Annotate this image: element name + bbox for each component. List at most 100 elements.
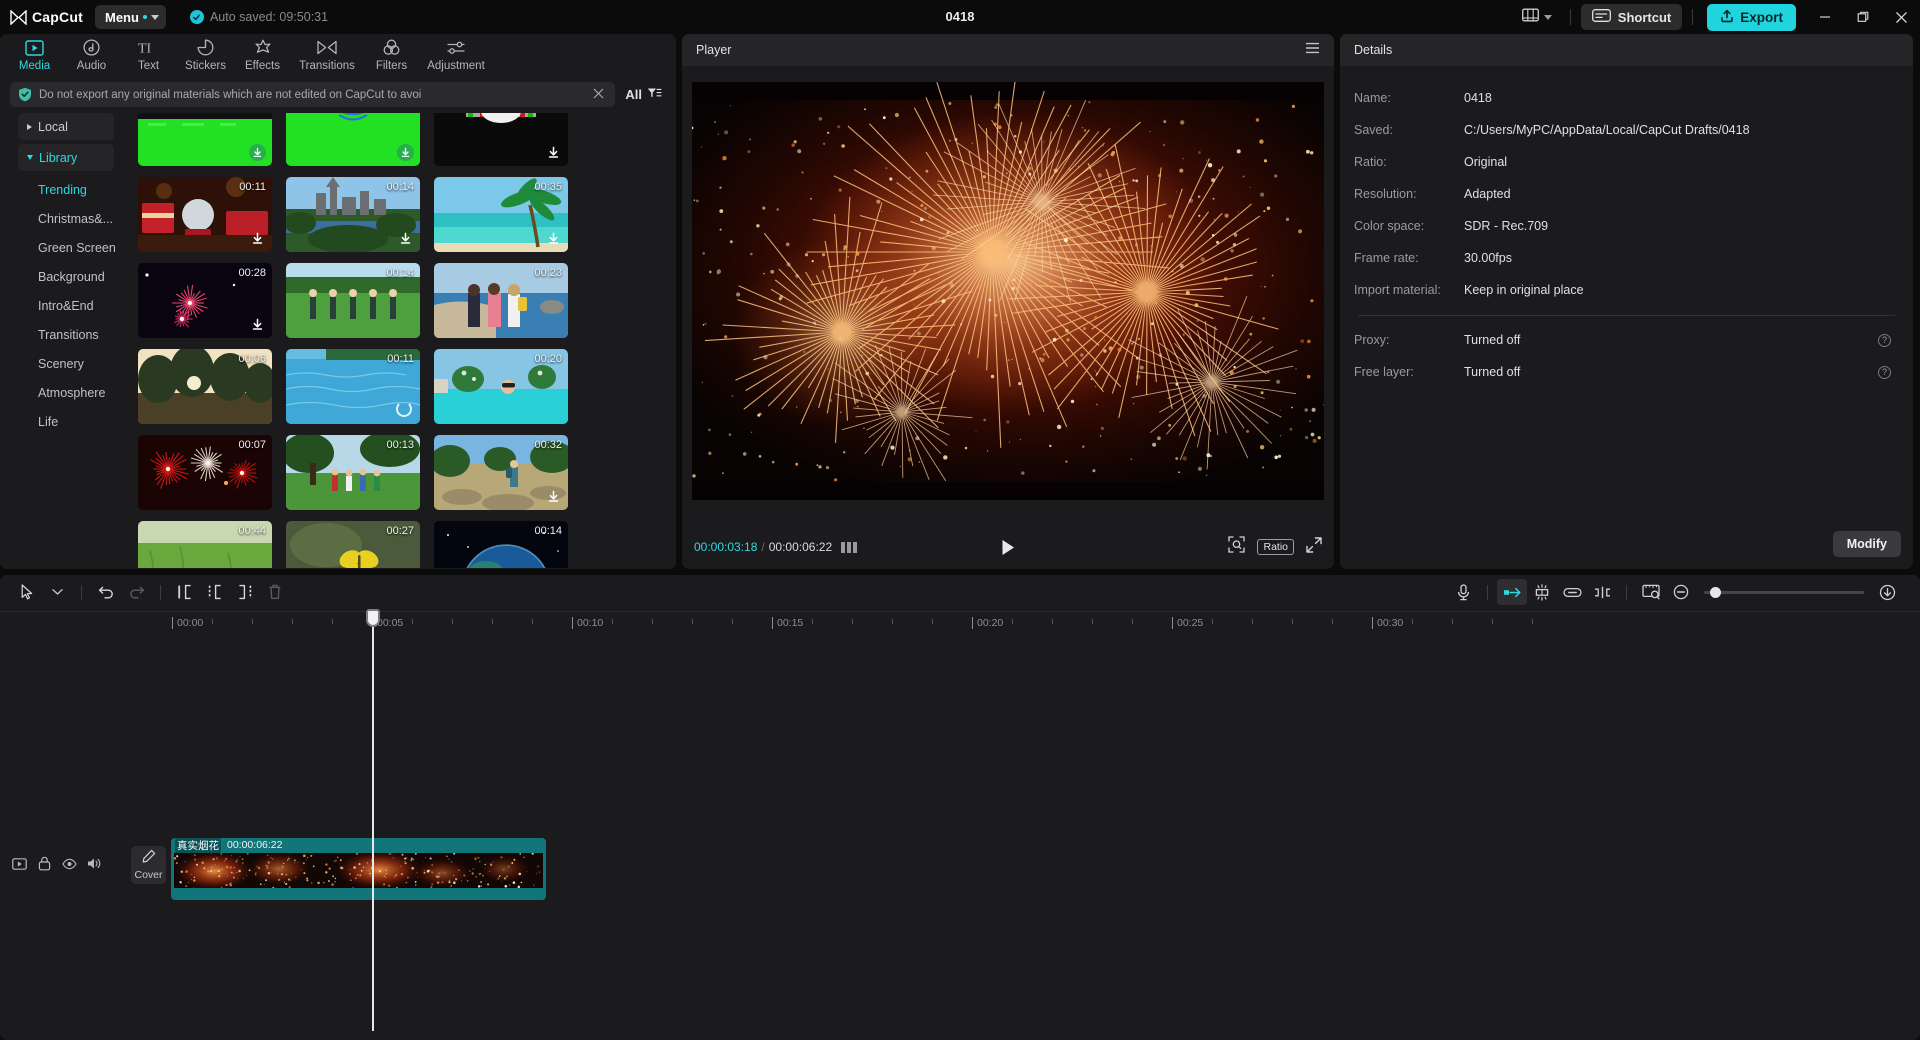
media-card[interactable]: 00:14 (286, 263, 420, 338)
media-card[interactable]: 00:11 (138, 177, 272, 252)
media-card[interactable]: 00:13 (286, 435, 420, 510)
shortcut-button[interactable]: Shortcut (1581, 4, 1682, 30)
menu-button[interactable]: Menu (95, 5, 166, 29)
play-button[interactable] (1001, 539, 1016, 556)
sidebar-item-life[interactable]: Life (18, 407, 134, 436)
playhead[interactable] (372, 611, 374, 1031)
media-card[interactable]: 00:20 (434, 349, 568, 424)
details-title: Details (1354, 43, 1392, 57)
sidebar-item-christmas[interactable]: Christmas&... (18, 204, 134, 233)
timeline-clip[interactable]: 真实烟花 00:00:06:22 (171, 838, 546, 900)
eye-icon[interactable] (62, 856, 77, 871)
media-card[interactable]: 00:07 (138, 435, 272, 510)
player-right-controls: Ratio (1228, 536, 1322, 558)
sidebar-item-intro-end[interactable]: Intro&End (18, 291, 134, 320)
hamburger-icon[interactable] (1305, 41, 1320, 59)
sidebar-item-green-screen[interactable]: Green Screen (18, 233, 134, 262)
export-button[interactable]: Export (1707, 4, 1796, 31)
help-icon[interactable]: ? (1878, 366, 1891, 379)
tab-effects[interactable]: Effects (234, 34, 291, 72)
cover-button[interactable]: Cover (131, 846, 166, 884)
auto-adjust-icon[interactable] (1527, 579, 1557, 605)
media-card[interactable]: 00:23 (434, 263, 568, 338)
help-icon[interactable]: ? (1878, 334, 1891, 347)
zoom-fit-timeline-icon[interactable] (1872, 579, 1902, 605)
media-card[interactable] (138, 113, 272, 166)
link-icon[interactable] (1557, 579, 1587, 605)
download-icon[interactable] (249, 230, 266, 247)
sidebar-item-scenery[interactable]: Scenery (18, 349, 134, 378)
current-time[interactable]: 00:00:03:18 (694, 540, 757, 554)
tab-adjustment[interactable]: Adjustment (420, 34, 492, 72)
zoom-out-icon[interactable] (1666, 579, 1696, 605)
microphone-icon[interactable] (1448, 579, 1478, 605)
zoom-slider[interactable] (1704, 591, 1864, 594)
download-icon[interactable] (249, 144, 266, 161)
media-card[interactable]: 00:28 (138, 263, 272, 338)
ratio-button[interactable]: Ratio (1257, 539, 1294, 555)
ruler-tick (252, 619, 253, 624)
lock-icon[interactable] (37, 856, 52, 871)
modify-button[interactable]: Modify (1833, 531, 1901, 557)
filter-all-button[interactable]: All (625, 87, 666, 102)
media-card[interactable]: 00:27 (286, 521, 420, 568)
video-preview[interactable] (692, 82, 1324, 500)
timeline-panel: 00:0000:0500:1000:1500:2000:2500:30 Cove… (0, 575, 1920, 1040)
sidebar-item-library[interactable]: Library (18, 144, 114, 171)
ruler-preview-icon[interactable] (1636, 579, 1666, 605)
media-card[interactable]: 00:32 (434, 435, 568, 510)
video-track-icon[interactable] (12, 856, 27, 871)
playhead-handle[interactable] (366, 609, 380, 627)
fullscreen-icon[interactable] (1306, 537, 1322, 558)
close-button[interactable] (1882, 0, 1920, 34)
tab-media[interactable]: Media (6, 34, 63, 72)
download-icon[interactable] (249, 316, 266, 333)
download-icon[interactable] (545, 144, 562, 161)
close-icon[interactable] (590, 86, 607, 104)
tab-text[interactable]: TI Text (120, 34, 177, 72)
sidebar-item-atmosphere[interactable]: Atmosphere (18, 378, 134, 407)
sidebar-item-local[interactable]: Local (18, 113, 114, 140)
sidebar-item-transitions[interactable]: Transitions (18, 320, 134, 349)
zoom-fit-icon[interactable] (1228, 536, 1245, 558)
notice-row: Do not export any original materials whi… (10, 82, 666, 107)
select-cursor-icon[interactable] (12, 579, 42, 605)
maximize-button[interactable] (1844, 0, 1882, 34)
tab-audio[interactable]: Audio (63, 34, 120, 72)
media-card[interactable]: 00:06 (138, 349, 272, 424)
frames-icon[interactable] (841, 542, 857, 553)
player-title: Player (696, 43, 731, 57)
media-grid-scroll[interactable]: 00:1100:1400:3500:2800:1400:2300:0600:11… (134, 113, 676, 568)
speaker-icon[interactable] (87, 856, 102, 871)
tab-transitions[interactable]: Transitions (291, 34, 363, 72)
clip-name: 真实烟花 (175, 838, 221, 853)
tab-filters[interactable]: Filters (363, 34, 420, 72)
chevron-down-icon[interactable] (42, 579, 72, 605)
timeline-ruler[interactable]: 00:0000:0500:1000:1500:2000:2500:30 (0, 611, 1920, 636)
sidebar-item-background[interactable]: Background (18, 262, 134, 291)
trim-right-icon[interactable] (230, 579, 260, 605)
keyframe-icon[interactable] (1587, 579, 1617, 605)
media-card[interactable]: 00:14 (434, 521, 568, 568)
media-card[interactable]: 00:11 (286, 349, 420, 424)
chevron-down-icon (151, 15, 159, 20)
download-icon[interactable] (397, 144, 414, 161)
zoom-slider-knob[interactable] (1710, 587, 1721, 598)
split-icon[interactable] (170, 579, 200, 605)
download-icon[interactable] (545, 230, 562, 247)
layout-button[interactable] (1514, 8, 1560, 27)
minimize-button[interactable] (1806, 0, 1844, 34)
undo-icon[interactable] (91, 579, 121, 605)
media-card[interactable] (286, 113, 420, 166)
trim-left-icon[interactable] (200, 579, 230, 605)
media-card[interactable]: 00:35 (434, 177, 568, 252)
detail-key: Color space: (1354, 219, 1464, 233)
download-icon[interactable] (397, 230, 414, 247)
download-icon[interactable] (545, 488, 562, 505)
magnet-snap-icon[interactable] (1497, 579, 1527, 605)
media-card[interactable] (434, 113, 568, 166)
sidebar-item-trending[interactable]: Trending (18, 175, 134, 204)
media-card[interactable]: 00:14 (286, 177, 420, 252)
tab-stickers[interactable]: Stickers (177, 34, 234, 72)
media-card[interactable]: 00:44 (138, 521, 272, 568)
